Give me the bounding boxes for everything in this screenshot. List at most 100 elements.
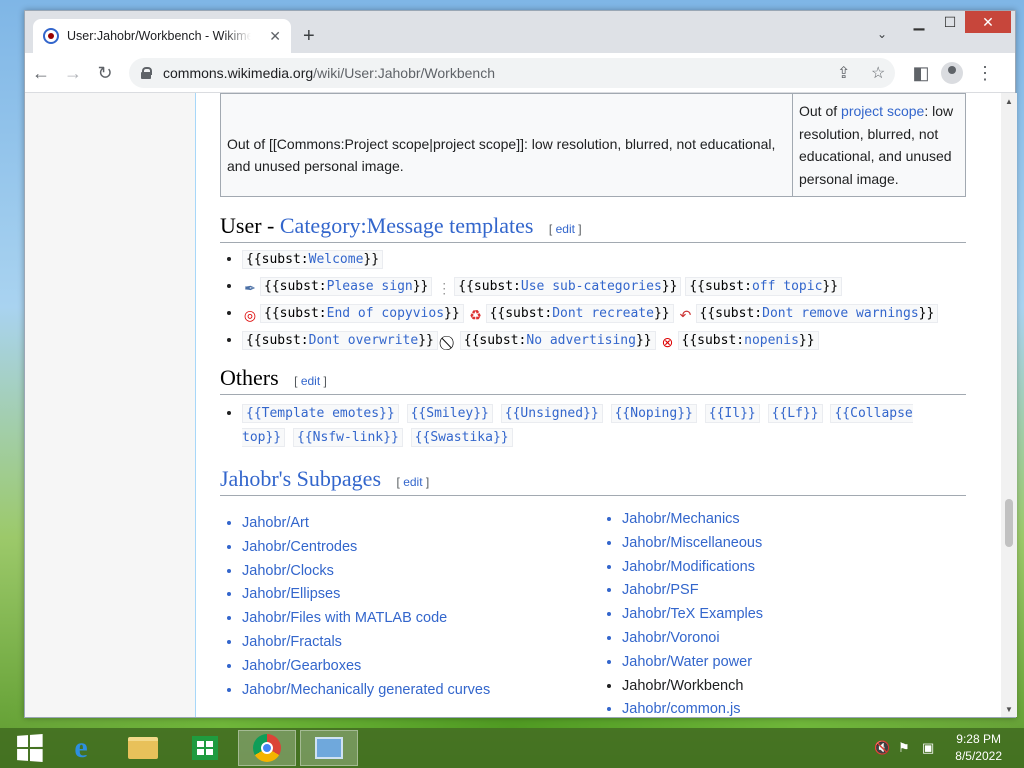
- template-link[interactable]: nopenis: [744, 333, 799, 348]
- clock-time: 9:28 PM: [956, 732, 1001, 746]
- address-bar[interactable]: commons.wikimedia.org/wiki/User:Jahobr/W…: [129, 58, 895, 88]
- bookmark-star-icon[interactable]: ☆: [871, 63, 885, 83]
- taskbar: e 🔇 ⚑ ▣ 9:28 PM 8/5/2022: [0, 728, 1024, 768]
- subpage-link[interactable]: Jahobr/Water power: [622, 651, 763, 675]
- subpage-link[interactable]: Jahobr/Art: [242, 512, 490, 536]
- side-panel-icon[interactable]: ◧: [909, 61, 933, 85]
- subpage-link[interactable]: Jahobr/common.js: [622, 698, 763, 717]
- browser-toolbar: ← → ↻ commons.wikimedia.org/wiki/User:Ja…: [25, 53, 1015, 93]
- tree-icon: ⋮: [437, 280, 452, 296]
- tab-close-icon[interactable]: ✕: [269, 28, 281, 45]
- scroll-up-arrow-icon[interactable]: ▲: [1001, 93, 1017, 109]
- page-scrollbar[interactable]: ▲ ▼: [1001, 93, 1017, 717]
- subpage-link[interactable]: Jahobr/TeX Examples: [622, 603, 763, 627]
- subpage-link[interactable]: Jahobr/Modifications: [622, 556, 763, 580]
- cell-prefix: Out of: [799, 103, 842, 119]
- action-center-flag-icon[interactable]: ⚑: [898, 740, 910, 756]
- section-heading-user: User - Category:Message templates [ edit…: [220, 213, 966, 243]
- template-row: {{subst:Welcome}}: [242, 247, 938, 271]
- subpage-link[interactable]: Jahobr/Voronoi: [622, 627, 763, 651]
- edit-link[interactable]: edit: [403, 475, 422, 489]
- start-button[interactable]: [0, 730, 58, 766]
- subpage-link[interactable]: Jahobr/Clocks: [242, 560, 490, 584]
- subst-suffix: }}: [635, 333, 652, 348]
- edit-section-user: [ edit ]: [548, 222, 582, 236]
- table-cell-wikitext: Out of [[Commons:Project scope|project s…: [220, 93, 793, 197]
- template-link[interactable]: Please sign: [327, 279, 413, 294]
- close-window-button[interactable]: ✕: [965, 11, 1011, 33]
- edit-link[interactable]: edit: [556, 222, 575, 236]
- template-code: {{subst:Dont recreate}}: [485, 304, 674, 323]
- template-link[interactable]: Dont remove warnings: [762, 306, 919, 321]
- minimize-button[interactable]: ▁: [905, 11, 933, 33]
- wiki-sidebar: [25, 93, 195, 717]
- template-link[interactable]: No advertising: [526, 333, 636, 348]
- control-panel-icon[interactable]: [300, 730, 358, 766]
- subpage-link[interactable]: Jahobr/Fractals: [242, 631, 490, 655]
- subpage-link[interactable]: Jahobr/Gearboxes: [242, 655, 490, 679]
- share-icon[interactable]: ⇪: [837, 63, 850, 83]
- store-icon[interactable]: [176, 730, 234, 766]
- subst-prefix: {{subst:: [463, 333, 527, 348]
- project-scope-link[interactable]: project scope: [841, 103, 924, 119]
- template-link[interactable]: Use sub-categories: [521, 279, 662, 294]
- template-link[interactable]: Dont overwrite: [309, 333, 419, 348]
- template-link[interactable]: Welcome: [309, 252, 364, 267]
- edit-link[interactable]: edit: [301, 374, 320, 388]
- subpage-link[interactable]: Jahobr/Centrodes: [242, 536, 490, 560]
- other-template-link[interactable]: {{Lf}}: [767, 404, 823, 423]
- reload-icon[interactable]: ↻: [93, 61, 117, 85]
- new-tab-button[interactable]: +: [303, 25, 315, 48]
- other-template-link[interactable]: {{Il}}: [704, 404, 760, 423]
- target-icon: ◎: [243, 307, 257, 323]
- subpages-left-column: Jahobr/ArtJahobr/CentrodesJahobr/ClocksJ…: [242, 512, 490, 702]
- profile-avatar-icon[interactable]: [941, 62, 963, 84]
- subpage-link[interactable]: Jahobr/PSF: [622, 579, 763, 603]
- file-explorer-icon[interactable]: [114, 730, 172, 766]
- subpage-link[interactable]: Jahobr/Files with MATLAB code: [242, 607, 490, 631]
- system-clock[interactable]: 9:28 PM 8/5/2022: [955, 731, 1002, 765]
- subst-suffix: }}: [412, 279, 429, 294]
- template-link[interactable]: End of copyvios: [327, 306, 444, 321]
- browser-window: User:Jahobr/Workbench - Wikimedia Common…: [24, 10, 1017, 718]
- other-template-link[interactable]: {{Template emotes}}: [242, 404, 399, 423]
- subpage-link[interactable]: Jahobr/Mechanics: [622, 508, 763, 532]
- other-template-link[interactable]: {{Nsfw-link}}: [293, 428, 403, 447]
- volume-muted-icon[interactable]: 🔇: [874, 740, 890, 756]
- other-template-link[interactable]: {{Noping}}: [610, 404, 697, 423]
- scroll-thumb[interactable]: [1005, 499, 1013, 547]
- subst-prefix: {{subst:: [264, 279, 327, 294]
- internet-explorer-icon[interactable]: e: [52, 730, 110, 766]
- other-template-link[interactable]: {{Smiley}}: [406, 404, 493, 423]
- scroll-down-arrow-icon[interactable]: ▼: [1001, 701, 1017, 717]
- template-code: {{subst:End of copyvios}}: [260, 304, 464, 323]
- undo-icon: ↶: [679, 307, 692, 323]
- section-heading-subpages: Jahobr's Subpages [ edit ]: [220, 466, 966, 496]
- network-icon[interactable]: ▣: [922, 740, 934, 756]
- tab-title: User:Jahobr/Workbench - Wikimedia Common…: [67, 29, 251, 43]
- lock-icon: [141, 67, 152, 79]
- chrome-icon[interactable]: [238, 730, 296, 766]
- pen-icon: ✒: [244, 280, 256, 296]
- subpage-link[interactable]: Jahobr/Workbench: [622, 675, 763, 699]
- subst-suffix: }}: [418, 333, 434, 348]
- tab-search-chevron-icon[interactable]: ⌄: [877, 27, 887, 41]
- page-viewport: Out of [[Commons:Project scope|project s…: [25, 93, 1001, 717]
- subpage-link[interactable]: Jahobr/Ellipses: [242, 583, 490, 607]
- category-message-templates-link[interactable]: Category:Message templates: [280, 213, 534, 238]
- subpage-link[interactable]: Jahobr/Mechanically generated curves: [242, 679, 490, 703]
- template-link[interactable]: Dont recreate: [552, 306, 654, 321]
- template-row: ◎{{subst:End of copyvios}} ♻{{subst:Dont…: [242, 301, 939, 325]
- subst-suffix: }}: [444, 306, 460, 321]
- template-link[interactable]: off topic: [752, 279, 822, 294]
- subpage-link[interactable]: Jahobr/Miscellaneous: [622, 532, 763, 556]
- menu-kebab-icon[interactable]: ⋮: [973, 61, 997, 85]
- template-row: {{subst:Dont overwrite}} ⃠{{subst:No adv…: [242, 328, 938, 352]
- edit-section-subpages: [ edit ]: [396, 475, 430, 489]
- browser-tab[interactable]: User:Jahobr/Workbench - Wikimedia Common…: [33, 19, 291, 53]
- other-template-link[interactable]: {{Swastika}}: [410, 428, 513, 447]
- back-arrow-icon[interactable]: ←: [29, 61, 53, 85]
- other-template-link[interactable]: {{Unsigned}}: [500, 404, 603, 423]
- maximize-button[interactable]: ☐: [937, 11, 963, 33]
- forward-arrow-icon[interactable]: →: [61, 61, 85, 85]
